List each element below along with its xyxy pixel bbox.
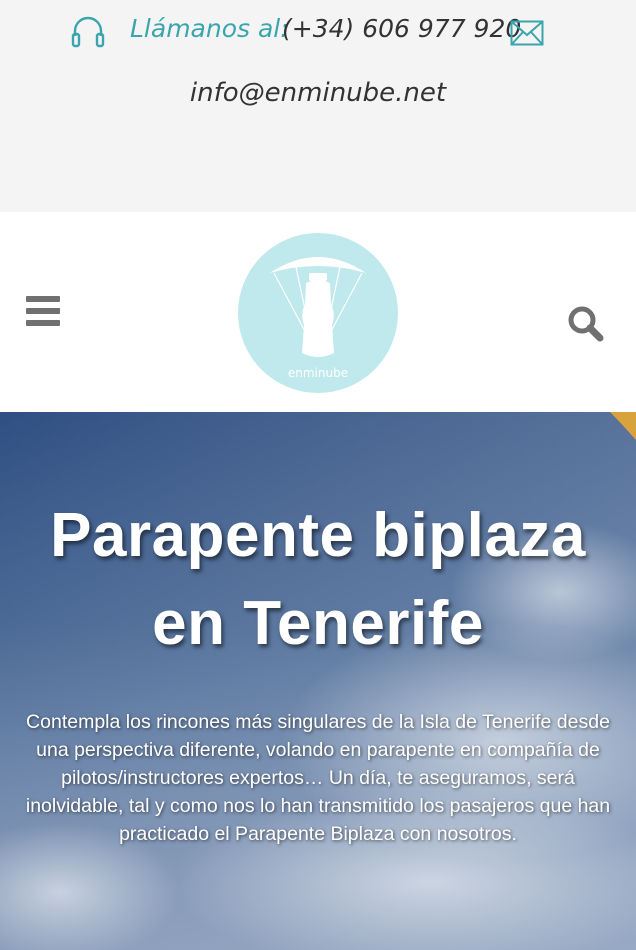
hero-title-line-1: Parapente biplaza: [50, 501, 586, 570]
hero-description: Contempla los rincones más singulares de…: [25, 711, 611, 845]
search-icon[interactable]: [566, 304, 606, 344]
contact-bar: Llámanos al: (+34) 606 977 920 info@enmi…: [0, 0, 636, 212]
phone-row: Llámanos al: (+34) 606 977 920: [70, 10, 570, 54]
email-link[interactable]: info@enminube.net: [0, 78, 636, 108]
phone-number-link[interactable]: (+34) 606 977 920: [282, 14, 521, 43]
call-label: Llámanos al:: [130, 14, 289, 43]
site-header: enminube: [0, 212, 636, 412]
hero-title: Parapente biplaza en Tenerife: [0, 492, 636, 668]
logo-text: enminube: [288, 366, 348, 380]
hero-title-line-2: en Tenerife: [152, 589, 484, 658]
envelope-icon[interactable]: [510, 20, 544, 46]
hero-section: Parapente biplaza en Tenerife Contempla …: [0, 412, 636, 950]
headset-icon: [71, 16, 105, 48]
hamburger-menu-icon[interactable]: [26, 296, 60, 326]
enminube-logo[interactable]: enminube: [238, 233, 398, 393]
